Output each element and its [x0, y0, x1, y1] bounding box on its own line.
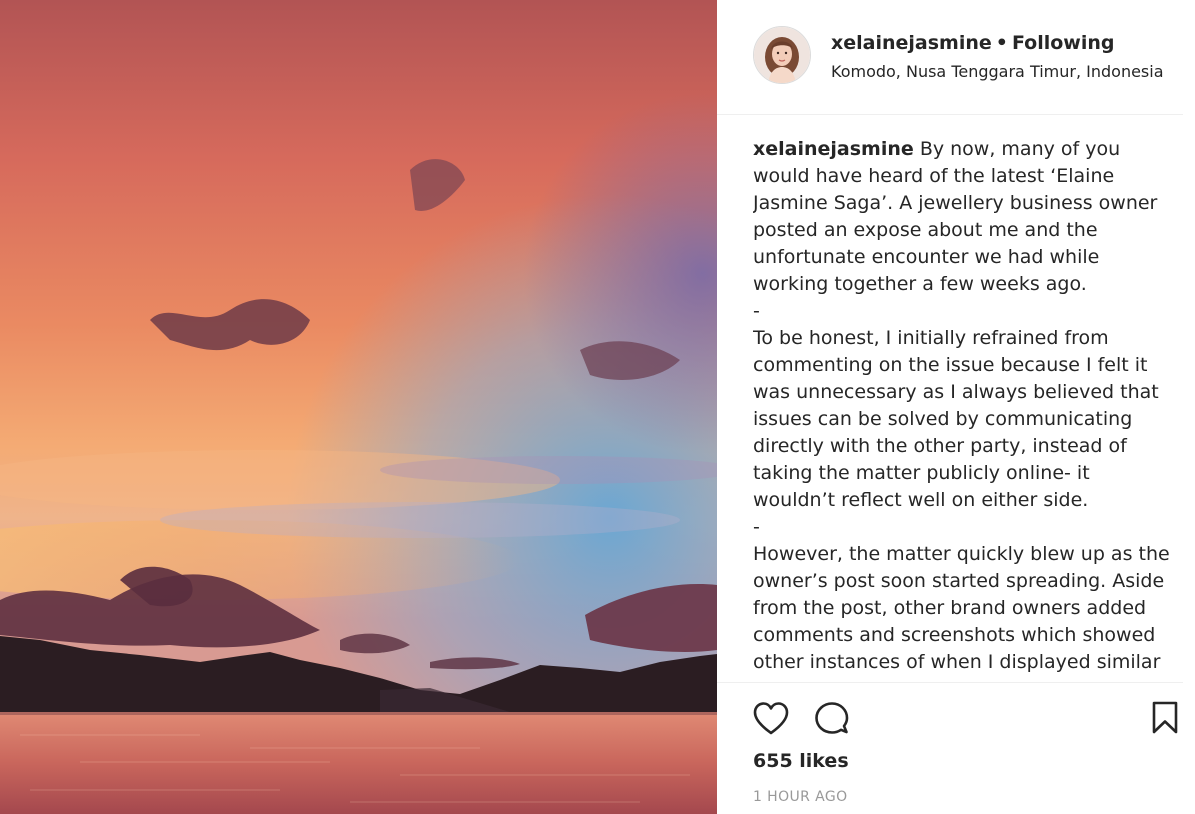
- like-count[interactable]: 655 likes: [753, 750, 849, 772]
- sunset-photo: [0, 0, 717, 814]
- separator-dot: •: [995, 32, 1008, 54]
- caption: xelainejasmine By now, many of you would…: [753, 136, 1177, 681]
- location-link[interactable]: Komodo, Nusa Tenggara Timur, Indonesia: [831, 62, 1164, 81]
- post-header: xelainejasmine • Following Komodo, Nusa Te…: [717, 0, 1183, 115]
- comment-button[interactable]: [813, 700, 849, 736]
- caption-text: By now, many of you would have heard of …: [753, 138, 1170, 681]
- like-button[interactable]: [752, 700, 790, 736]
- post-details-panel: xelainejasmine • Following Komodo, Nusa Te…: [717, 0, 1195, 814]
- caption-scroll-area[interactable]: xelainejasmine By now, many of you would…: [753, 136, 1177, 681]
- username-link[interactable]: xelainejasmine: [831, 32, 992, 54]
- caption-username[interactable]: xelainejasmine: [753, 138, 914, 160]
- comment-icon: [815, 702, 849, 734]
- instagram-post: xelainejasmine • Following Komodo, Nusa Te…: [0, 0, 1195, 814]
- avatar-image: [754, 27, 810, 83]
- bookmark-icon: [1152, 701, 1178, 734]
- post-actions: 655 likes 1 HOUR AGO: [717, 682, 1183, 814]
- save-button[interactable]: [1151, 700, 1179, 736]
- post-photo[interactable]: [0, 0, 717, 814]
- header-user-line: xelainejasmine • Following: [831, 32, 1114, 54]
- avatar[interactable]: [753, 26, 811, 84]
- following-button[interactable]: Following: [1012, 32, 1115, 54]
- post-timestamp[interactable]: 1 HOUR AGO: [753, 789, 848, 805]
- heart-icon: [753, 702, 789, 735]
